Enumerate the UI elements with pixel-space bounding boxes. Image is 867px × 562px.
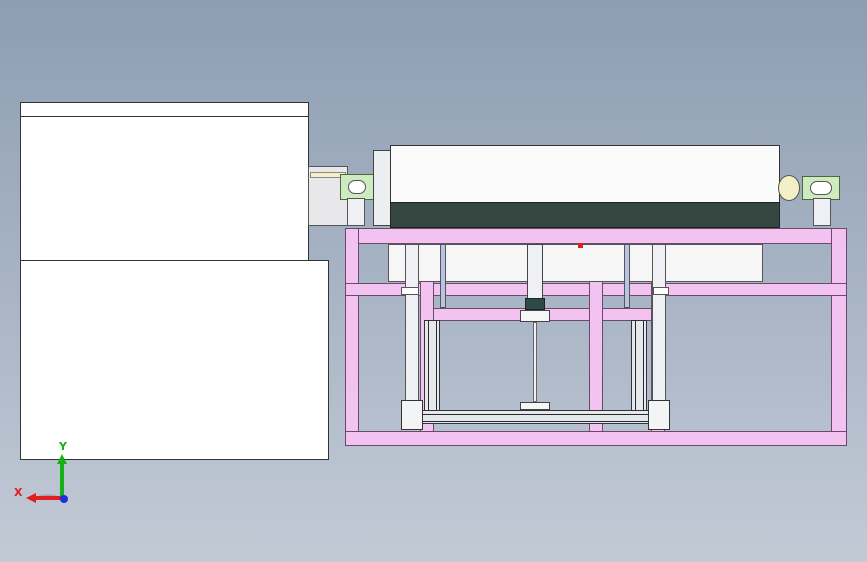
frame-leg-left[interactable] (345, 228, 359, 446)
guide-column-right[interactable] (624, 244, 630, 308)
left-motor-core (348, 180, 366, 194)
y-axis-label: Y (59, 440, 67, 453)
x-axis-arrow (26, 493, 36, 503)
red-marker (578, 243, 583, 248)
conveyor-body[interactable] (390, 145, 780, 203)
right-pulley[interactable] (778, 175, 800, 201)
extrusion-right[interactable] (631, 320, 647, 412)
extrusion-left[interactable] (424, 320, 440, 412)
cylinder-head[interactable] (525, 298, 545, 310)
cylinder-base[interactable] (520, 402, 550, 410)
x-axis-label: X (14, 486, 23, 499)
cylinder-mount[interactable] (520, 310, 550, 322)
bracket-left[interactable] (401, 287, 419, 295)
cad-viewport[interactable]: X Y (0, 0, 867, 562)
left-lower-block[interactable] (20, 260, 329, 460)
conveyor-end-plate[interactable] (373, 150, 391, 226)
y-axis-arrow (57, 454, 67, 464)
conveyor-belt[interactable] (390, 202, 780, 228)
frame-top-beam[interactable] (345, 228, 847, 244)
column-right-outer[interactable] (652, 244, 666, 404)
column-left-outer[interactable] (405, 244, 419, 404)
guide-column-left[interactable] (440, 244, 446, 308)
right-motor-post[interactable] (813, 198, 831, 226)
frame-leg-right[interactable] (831, 228, 847, 446)
cylinder-body[interactable] (527, 244, 543, 300)
left-motor-post[interactable] (347, 198, 365, 226)
foot-plate-left[interactable] (401, 400, 423, 430)
bracket-right[interactable] (653, 287, 669, 295)
foot-plate-right[interactable] (648, 400, 670, 430)
cylinder-rod[interactable] (533, 322, 537, 402)
left-upper-block-edge (20, 116, 309, 117)
right-motor-core (810, 181, 832, 195)
z-axis-dot (60, 495, 68, 503)
extrusion-bottom[interactable] (418, 410, 658, 424)
axis-triad: X Y (14, 440, 74, 506)
left-upper-block[interactable] (20, 102, 309, 262)
frame-bottom-beam[interactable] (345, 431, 847, 446)
